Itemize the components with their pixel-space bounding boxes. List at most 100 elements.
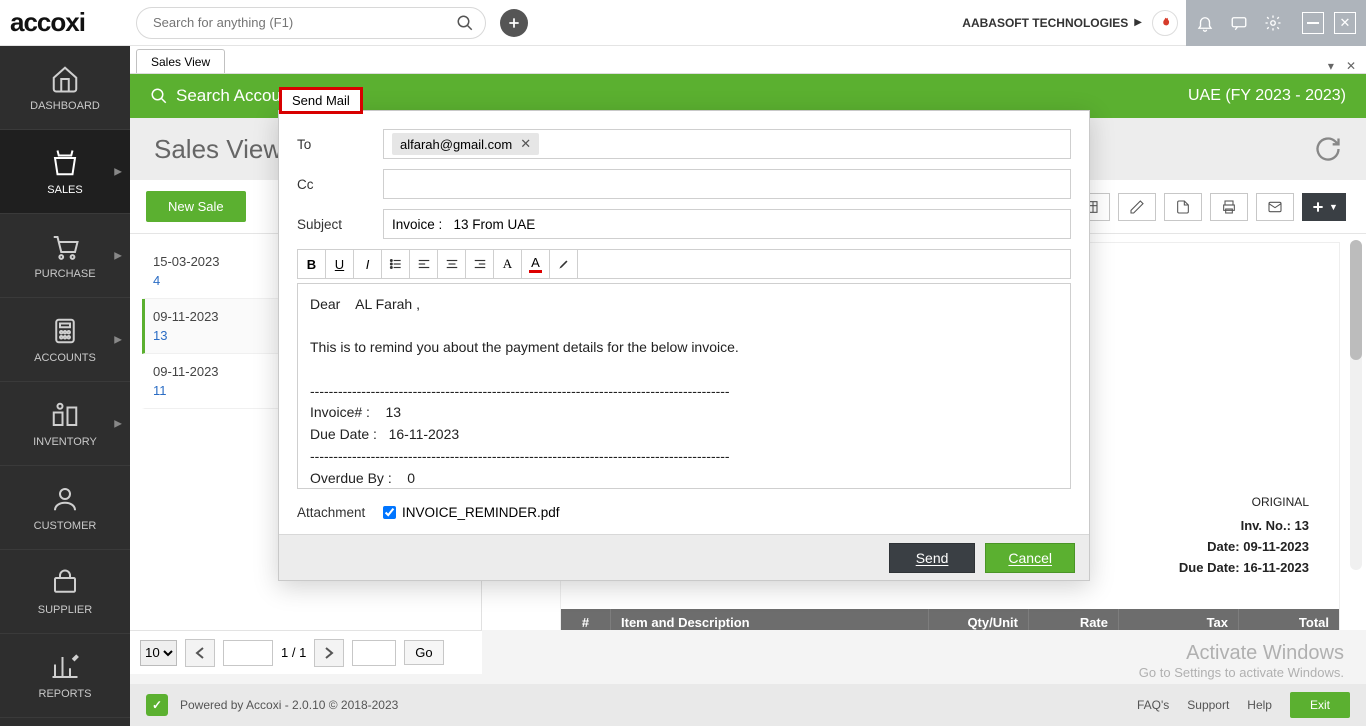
powered-by: Powered by Accoxi - 2.0.10 © 2018-2023 [180,698,398,712]
go-button[interactable]: Go [404,640,443,665]
nav-label: PURCHASE [34,268,95,280]
bold-button[interactable]: B [298,250,326,278]
col-qty: Qty/Unit [929,609,1029,630]
search-input[interactable] [136,7,486,39]
nav-supplier[interactable]: SUPPLIER [0,550,130,634]
send-button[interactable]: Send [889,543,976,573]
hot-icon[interactable] [1152,10,1178,36]
search-icon[interactable] [456,14,474,32]
scrollbar-thumb[interactable] [1350,240,1362,360]
tab-strip: Sales View ▾ ✕ [130,46,1366,74]
help-link[interactable]: Help [1247,698,1272,712]
nav-label: REPORTS [39,688,92,700]
system-icons [1186,0,1292,46]
send-mail-modal: Send Mail To alfarah@gmail.com ✕ Cc Subj… [278,110,1090,581]
list-button[interactable] [382,250,410,278]
nav-accounts[interactable]: ACCOUNTS ▶ [0,298,130,382]
next-page-button[interactable] [314,639,344,667]
email-body-editor[interactable]: Dear AL Farah , This is to remind you ab… [297,283,1071,489]
align-center-button[interactable] [438,250,466,278]
top-bar: accoxi AABASOFT TECHNOLOGIES ▶ ✕ [0,0,1366,46]
nav-sales[interactable]: SALES ▶ [0,130,130,214]
fiscal-year: UAE (FY 2023 - 2023) [1188,87,1346,105]
to-field[interactable]: alfarah@gmail.com ✕ [383,129,1071,159]
invoice-original: ORIGINAL [1179,493,1309,512]
tab-sales-view[interactable]: Sales View [136,49,225,73]
goto-page-input[interactable] [352,640,396,666]
toolbar-add-menu[interactable]: ▼ [1302,193,1346,221]
company-caret-icon[interactable]: ▶ [1134,17,1142,28]
footer: ✓ Powered by Accoxi - 2.0.10 © 2018-2023… [130,684,1366,726]
nav-inventory[interactable]: INVENTORY ▶ [0,382,130,466]
global-search [136,7,486,39]
remove-chip-icon[interactable]: ✕ [520,136,531,152]
toolbar-pdf-icon[interactable] [1164,193,1202,221]
close-button[interactable]: ✕ [1334,12,1356,34]
attachment-label: Attachment [297,505,383,520]
col-tax: Tax [1119,609,1239,630]
highlight-button[interactable] [550,250,578,278]
nav-label: SUPPLIER [38,604,92,616]
editor-toolbar: B U I A A [297,249,1071,279]
cc-field[interactable] [383,169,1071,199]
toolbar-mail-icon[interactable] [1256,193,1294,221]
invoice-date: 09-11-2023 [1243,539,1309,554]
invoice-date-label: Date: [1207,539,1240,554]
toolbar-print-icon[interactable] [1210,193,1248,221]
window-controls: ✕ [1292,0,1366,46]
nav-purchase[interactable]: PURCHASE ▶ [0,214,130,298]
nav-customer[interactable]: CUSTOMER [0,466,130,550]
attachment-checkbox[interactable] [383,506,396,519]
align-right-button[interactable] [466,250,494,278]
company-name[interactable]: AABASOFT TECHNOLOGIES [962,16,1128,30]
cancel-button[interactable]: Cancel [985,543,1075,573]
modal-footer: Send Cancel [279,534,1089,580]
nav-label: CUSTOMER [34,520,97,532]
col-total: Total [1239,609,1339,630]
subject-field[interactable] [383,209,1071,239]
minimize-button[interactable] [1302,12,1324,34]
subject-label: Subject [297,217,383,232]
page-size-select[interactable]: 10 [140,640,177,666]
toolbar-edit-icon[interactable] [1118,193,1156,221]
font-color-button[interactable]: A [522,250,550,278]
side-nav: DASHBOARD SALES ▶ PURCHASE ▶ ACCOUNTS ▶ … [0,46,130,726]
nav-dashboard[interactable]: DASHBOARD [0,46,130,130]
new-sale-button[interactable]: New Sale [146,191,246,222]
gear-icon[interactable] [1264,14,1282,32]
refresh-icon[interactable] [1314,135,1342,163]
tab-close-icon[interactable]: ✕ [1346,59,1356,73]
align-left-button[interactable] [410,250,438,278]
col-rate: Rate [1029,609,1119,630]
font-button[interactable]: A [494,250,522,278]
pager: 10 1 / 1 Go [130,630,482,674]
chat-icon[interactable] [1230,14,1248,32]
add-button[interactable] [500,9,528,37]
nav-reports[interactable]: REPORTS [0,634,130,718]
invoice-due-label: Due Date: [1179,560,1240,575]
invoice-table-header: # Item and Description Qty/Unit Rate Tax… [561,609,1339,630]
scrollbar[interactable] [1350,240,1362,570]
modal-title: Send Mail [279,87,363,114]
to-label: To [297,137,383,152]
invoice-due: 16-11-2023 [1243,560,1309,575]
underline-button[interactable]: U [326,250,354,278]
invoice-meta: ORIGINAL Inv. No.: 13 Date: 09-11-2023 D… [1179,493,1309,579]
attachment-filename: INVOICE_REMINDER.pdf [402,505,560,520]
page-title: Sales View [154,134,282,165]
exit-button[interactable]: Exit [1290,692,1350,718]
recipient-email: alfarah@gmail.com [400,137,512,152]
faq-link[interactable]: FAQ's [1137,698,1169,712]
cc-label: Cc [297,177,383,192]
bell-icon[interactable] [1196,14,1214,32]
page-input[interactable] [223,640,273,666]
support-link[interactable]: Support [1187,698,1229,712]
col-desc: Item and Description [611,609,929,630]
page-total: 1 / 1 [281,645,306,660]
chevron-right-icon: ▶ [114,250,122,261]
tab-dropdown-icon[interactable]: ▾ [1328,59,1334,73]
italic-button[interactable]: I [354,250,382,278]
invoice-no-label: Inv. No.: [1241,518,1291,533]
prev-page-button[interactable] [185,639,215,667]
chevron-right-icon: ▶ [114,166,122,177]
